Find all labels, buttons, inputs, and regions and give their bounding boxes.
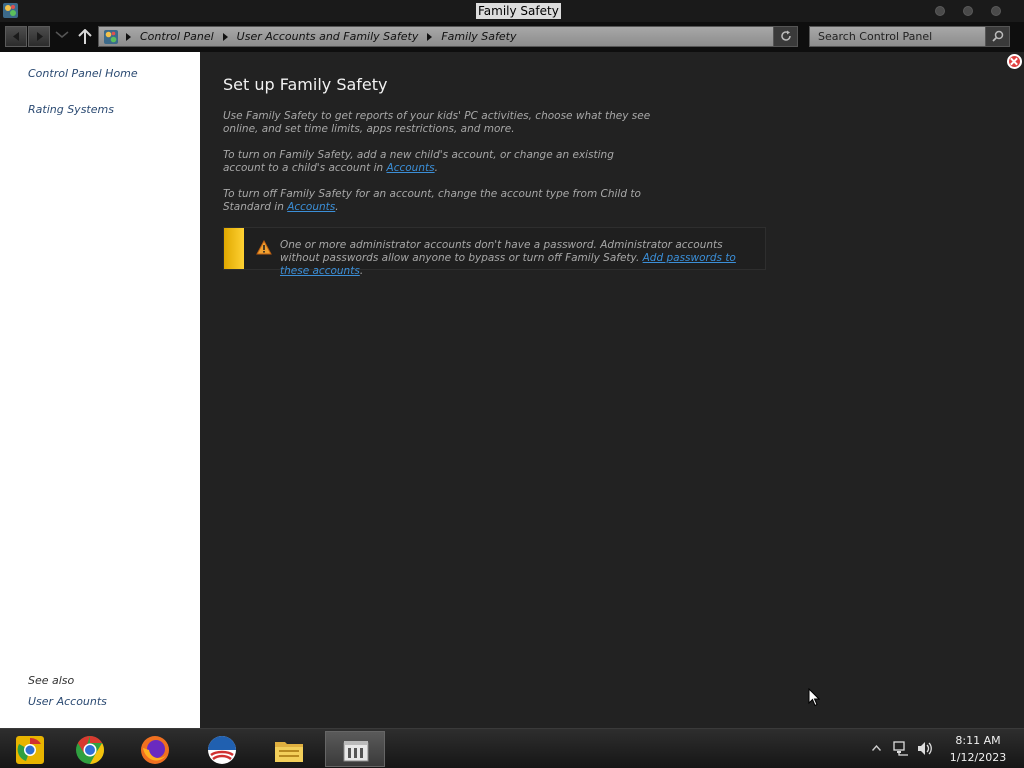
- address-bar[interactable]: Control Panel User Accounts and Family S…: [98, 26, 798, 47]
- chrome-icon: [76, 736, 104, 764]
- breadcrumb-separator-icon[interactable]: [427, 32, 433, 41]
- control-panel-home-link[interactable]: Control Panel Home: [28, 67, 138, 80]
- clock-time[interactable]: 8:11 AM: [944, 734, 1012, 747]
- recent-locations-chevron-icon[interactable]: [55, 31, 69, 39]
- breadcrumb-control-panel[interactable]: Control Panel: [140, 30, 214, 43]
- see-also-label: See also: [28, 674, 75, 687]
- file-explorer-icon: [275, 742, 303, 762]
- back-button[interactable]: [5, 26, 27, 47]
- back-arrow-icon: [13, 32, 19, 41]
- control-panel-app-icon[interactable]: [2, 2, 19, 19]
- navigation-bar: Control Panel User Accounts and Family S…: [0, 22, 1024, 52]
- breadcrumb-separator-icon[interactable]: [222, 32, 228, 41]
- up-arrow-icon[interactable]: [78, 29, 92, 45]
- mouse-cursor-icon: [808, 688, 820, 707]
- chrome-canary-icon: [16, 736, 44, 764]
- period: .: [434, 162, 438, 174]
- taskbar-obama-app[interactable]: [192, 731, 252, 767]
- warning-message: One or more administrator accounts don't…: [280, 239, 760, 278]
- period: .: [335, 201, 339, 213]
- refresh-button[interactable]: [773, 27, 797, 46]
- firefox-icon: [141, 736, 169, 764]
- accounts-link[interactable]: Accounts: [287, 201, 335, 213]
- taskbar-firefox[interactable]: [125, 731, 185, 767]
- window-title: Family Safety: [476, 3, 561, 19]
- breadcrumb-separator-icon[interactable]: [126, 32, 131, 41]
- network-icon[interactable]: [893, 741, 909, 756]
- breadcrumb: Control Panel User Accounts and Family S…: [123, 27, 516, 46]
- turn-off-paragraph: To turn off Family Safety for an account…: [223, 188, 653, 214]
- taskbar-chrome[interactable]: [60, 731, 120, 767]
- refresh-icon: [781, 30, 791, 41]
- title-bar: Family Safety: [0, 0, 1024, 22]
- obama-campaign-icon: [208, 736, 236, 764]
- search-box: [809, 26, 1010, 47]
- close-window-button[interactable]: [991, 6, 1001, 16]
- main-content-pane: Set up Family Safety Use Family Safety t…: [200, 52, 1024, 728]
- accounts-link[interactable]: Accounts: [387, 162, 435, 174]
- search-input[interactable]: [810, 27, 984, 46]
- volume-icon[interactable]: [917, 741, 933, 756]
- intro-paragraph: Use Family Safety to get reports of your…: [223, 110, 651, 135]
- rating-systems-link[interactable]: Rating Systems: [28, 103, 114, 116]
- period: .: [359, 265, 364, 277]
- warning-banner: One or more administrator accounts don't…: [223, 227, 766, 277]
- user-accounts-link[interactable]: User Accounts: [28, 695, 107, 708]
- turn-off-text: To turn off Family Safety for an account…: [223, 188, 641, 213]
- forward-button[interactable]: [28, 26, 50, 47]
- page-title: Set up Family Safety: [223, 75, 388, 94]
- forward-arrow-icon: [37, 32, 43, 41]
- control-panel-icon: [104, 30, 118, 44]
- taskbar-file-explorer[interactable]: [259, 731, 319, 767]
- left-navigation-pane: Control Panel Home Rating Systems See al…: [0, 52, 200, 728]
- warning-icon: [256, 240, 272, 255]
- clock-date[interactable]: 1/12/2023: [944, 751, 1012, 764]
- breadcrumb-user-accounts[interactable]: User Accounts and Family Safety: [237, 30, 419, 43]
- search-icon: [992, 30, 1004, 42]
- taskbar-control-panel[interactable]: [325, 731, 385, 767]
- show-hidden-icons-chevron-icon[interactable]: [872, 745, 881, 751]
- control-panel-icon: [343, 741, 369, 762]
- warning-stripe: [224, 228, 244, 269]
- breadcrumb-family-safety[interactable]: Family Safety: [441, 30, 516, 43]
- maximize-button[interactable]: [963, 6, 973, 16]
- search-button[interactable]: [985, 27, 1009, 46]
- close-icon[interactable]: [1007, 54, 1022, 69]
- taskbar-chrome-canary[interactable]: [0, 731, 60, 767]
- turn-on-paragraph: To turn on Family Safety, add a new chil…: [223, 149, 653, 175]
- minimize-button[interactable]: [935, 6, 945, 16]
- taskbar: 8:11 AM 1/12/2023: [0, 728, 1024, 768]
